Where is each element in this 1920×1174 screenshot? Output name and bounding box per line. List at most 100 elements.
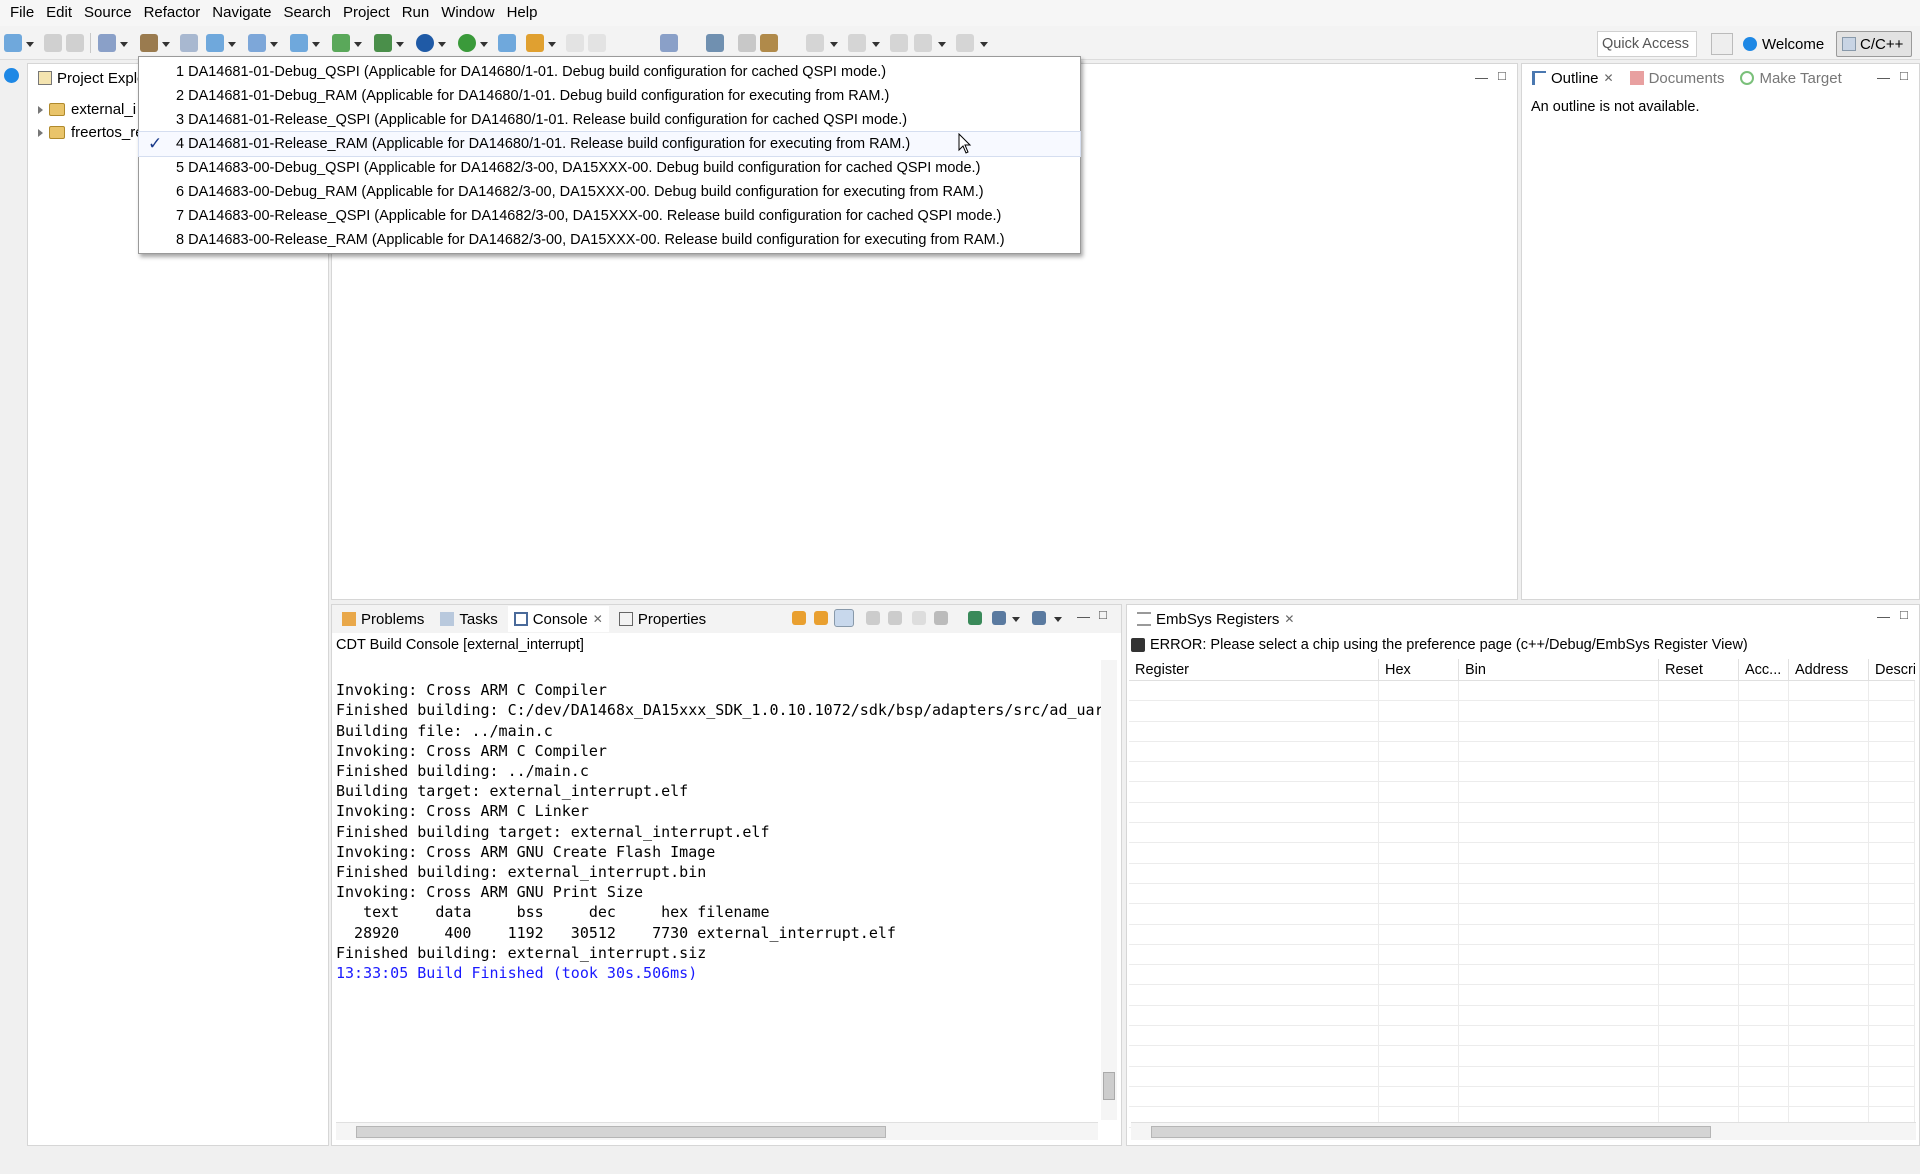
console-horizontal-scrollbar[interactable] bbox=[336, 1122, 1098, 1140]
tab-properties[interactable]: Properties bbox=[613, 606, 712, 632]
pin-icon[interactable] bbox=[706, 34, 724, 52]
close-icon[interactable]: ✕ bbox=[1604, 71, 1614, 85]
console-icon[interactable] bbox=[660, 34, 678, 52]
cpp-perspective-button[interactable]: C/C++ bbox=[1836, 31, 1912, 57]
quick-access-input[interactable]: Quick Access bbox=[1597, 31, 1697, 57]
scroll-down-icon[interactable] bbox=[792, 611, 806, 625]
dropdown-arrow-icon[interactable] bbox=[548, 42, 556, 47]
new-dropdown-arrow-icon[interactable] bbox=[26, 42, 34, 47]
remove-launch-icon[interactable] bbox=[934, 611, 948, 625]
debug-bug-icon[interactable] bbox=[374, 34, 392, 52]
pin-console-icon[interactable] bbox=[866, 611, 880, 625]
tab-outline[interactable]: Outline ✕ bbox=[1526, 65, 1620, 91]
build-all-icon[interactable] bbox=[180, 34, 198, 52]
dropdown-arrow-icon[interactable] bbox=[938, 42, 946, 47]
new-icon[interactable] bbox=[4, 34, 22, 52]
build-config-item[interactable]: 8 DA14683-00-Release_RAM (Applicable for… bbox=[139, 228, 1080, 252]
build-hammer-icon[interactable] bbox=[140, 34, 158, 52]
display-console-icon[interactable] bbox=[992, 611, 1006, 625]
tab-problems[interactable]: Problems bbox=[336, 606, 430, 632]
expand-arrow-icon[interactable] bbox=[38, 128, 43, 137]
new-file-icon[interactable] bbox=[290, 34, 308, 52]
build-config-dropdown-arrow-icon[interactable] bbox=[162, 42, 170, 47]
tab-documents[interactable]: Documents bbox=[1624, 65, 1731, 91]
at-icon[interactable] bbox=[416, 34, 434, 52]
tab-tasks[interactable]: Tasks bbox=[434, 606, 503, 632]
menu-project[interactable]: Project bbox=[337, 0, 396, 26]
console-vertical-scroll-thumb[interactable] bbox=[1103, 1072, 1115, 1100]
dropdown-arrow-icon[interactable] bbox=[396, 42, 404, 47]
menu-help[interactable]: Help bbox=[501, 0, 544, 26]
maximize-icon[interactable]: □ bbox=[1099, 607, 1107, 622]
dropdown-arrow-icon[interactable] bbox=[872, 42, 880, 47]
open-type-icon[interactable] bbox=[498, 34, 516, 52]
menu-file[interactable]: File bbox=[4, 0, 40, 26]
back-arrow-icon[interactable] bbox=[914, 34, 932, 52]
minimize-icon[interactable]: — bbox=[1475, 70, 1488, 85]
scroll-up-icon[interactable] bbox=[814, 611, 828, 625]
last-edit-icon[interactable] bbox=[890, 34, 908, 52]
show-whitespace-icon[interactable] bbox=[588, 34, 606, 52]
column-register[interactable]: Register bbox=[1129, 659, 1379, 680]
build-config-item[interactable]: 7 DA14683-00-Release_QSPI (Applicable fo… bbox=[139, 204, 1080, 228]
save-all-icon[interactable] bbox=[66, 34, 84, 52]
maximize-icon[interactable]: □ bbox=[1498, 68, 1506, 83]
run-icon[interactable] bbox=[458, 34, 476, 52]
build-config-item[interactable]: 5 DA14683-00-Debug_QSPI (Applicable for … bbox=[139, 156, 1080, 180]
toggle-mark-icon[interactable] bbox=[566, 34, 584, 52]
tree-item-freertos[interactable]: freertos_re bbox=[38, 124, 144, 141]
scroll-lock-icon[interactable] bbox=[834, 609, 854, 627]
minimize-icon[interactable]: — bbox=[1077, 609, 1090, 624]
column-hex[interactable]: Hex bbox=[1379, 659, 1459, 680]
console-vertical-scrollbar[interactable] bbox=[1101, 660, 1117, 1120]
save-icon[interactable] bbox=[44, 34, 62, 52]
prev-annotation-icon[interactable] bbox=[848, 34, 866, 52]
clear-console-icon[interactable] bbox=[912, 611, 926, 625]
registers-horizontal-scrollbar[interactable] bbox=[1131, 1122, 1916, 1140]
console-horizontal-scroll-thumb[interactable] bbox=[356, 1126, 886, 1138]
build-config-item[interactable]: 6 DA14683-00-Debug_RAM (Applicable for D… bbox=[139, 180, 1080, 204]
welcome-trim-icon[interactable] bbox=[4, 68, 19, 83]
next-annotation-icon[interactable] bbox=[806, 34, 824, 52]
menu-run[interactable]: Run bbox=[396, 0, 436, 26]
tab-make-target[interactable]: Make Target bbox=[1734, 65, 1847, 91]
maximize-icon[interactable]: □ bbox=[1900, 68, 1908, 83]
menu-navigate[interactable]: Navigate bbox=[206, 0, 277, 26]
external-tools-icon[interactable] bbox=[526, 34, 544, 52]
column-bin[interactable]: Bin bbox=[1459, 659, 1659, 680]
tab-project-explorer[interactable]: Project Explo bbox=[32, 65, 151, 91]
tree-item-external-interrupt[interactable]: external_i bbox=[38, 101, 136, 118]
word-wrap-icon[interactable] bbox=[888, 611, 902, 625]
build-config-item[interactable]: 2 DA14681-01-Debug_RAM (Applicable for D… bbox=[139, 84, 1080, 108]
task-icon[interactable] bbox=[760, 34, 778, 52]
column-description[interactable]: Descri bbox=[1869, 659, 1915, 680]
dropdown-arrow-icon[interactable] bbox=[1012, 617, 1020, 622]
dropdown-arrow-icon[interactable] bbox=[980, 42, 988, 47]
dropdown-arrow-icon[interactable] bbox=[438, 42, 446, 47]
dropdown-arrow-icon[interactable] bbox=[312, 42, 320, 47]
close-icon[interactable]: ✕ bbox=[1284, 612, 1294, 626]
registers-horizontal-scroll-thumb[interactable] bbox=[1151, 1126, 1711, 1138]
tab-embsys-registers[interactable]: EmbSys Registers ✕ bbox=[1131, 606, 1300, 632]
build-settings-icon[interactable] bbox=[98, 34, 116, 52]
menu-search[interactable]: Search bbox=[277, 0, 337, 26]
tab-console[interactable]: Console ✕ bbox=[507, 606, 609, 632]
build-config-item[interactable]: 1 DA14681-01-Debug_QSPI (Applicable for … bbox=[139, 60, 1080, 84]
annotation-icon[interactable] bbox=[738, 34, 756, 52]
welcome-perspective-button[interactable]: Welcome bbox=[1743, 31, 1824, 57]
new-project-icon[interactable] bbox=[206, 34, 224, 52]
new-class-icon[interactable] bbox=[248, 34, 266, 52]
build-config-item-selected[interactable]: ✓ 4 DA14681-01-Release_RAM (Applicable fo… bbox=[138, 131, 1081, 157]
minimize-icon[interactable]: — bbox=[1877, 609, 1890, 624]
dropdown-arrow-icon[interactable] bbox=[228, 42, 236, 47]
dropdown-arrow-icon[interactable] bbox=[270, 42, 278, 47]
dropdown-arrow-icon[interactable] bbox=[1054, 617, 1062, 622]
column-reset[interactable]: Reset bbox=[1659, 659, 1739, 680]
column-access[interactable]: Acc... bbox=[1739, 659, 1789, 680]
menu-source[interactable]: Source bbox=[78, 0, 138, 26]
search-icon[interactable] bbox=[332, 34, 350, 52]
maximize-icon[interactable]: □ bbox=[1900, 607, 1908, 622]
dropdown-arrow-icon[interactable] bbox=[120, 42, 128, 47]
open-console-icon[interactable] bbox=[968, 611, 982, 625]
column-address[interactable]: Address bbox=[1789, 659, 1869, 680]
